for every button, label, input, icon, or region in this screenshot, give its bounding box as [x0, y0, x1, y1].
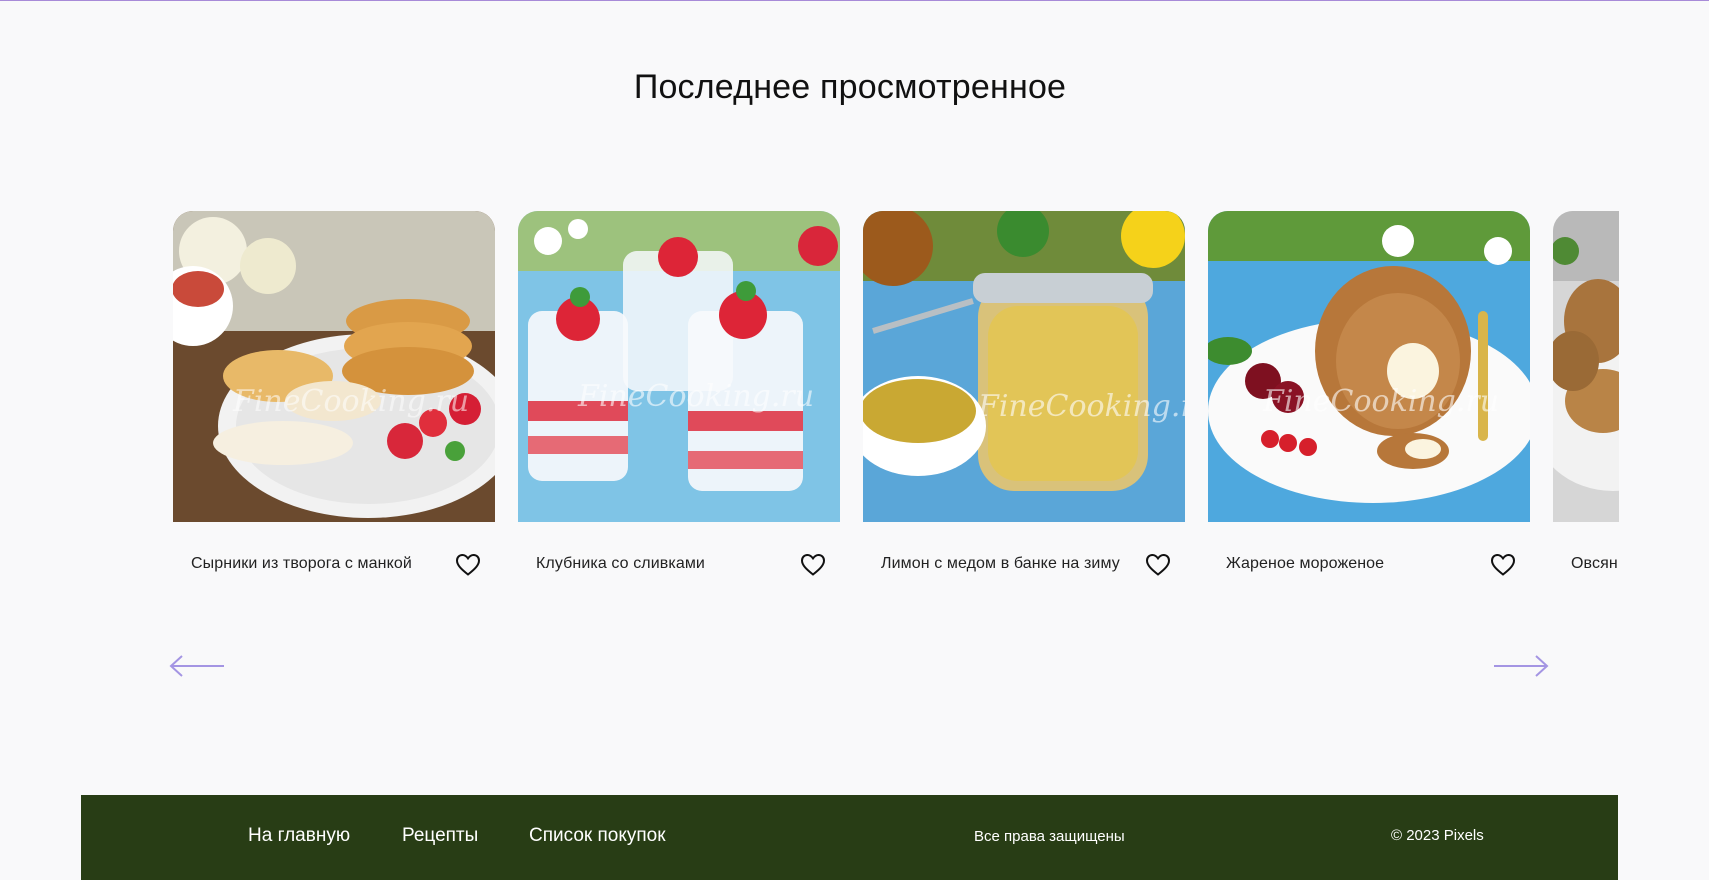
- footer-copyright: © 2023 Pixels: [1391, 827, 1484, 844]
- recipe-title[interactable]: Жареное мороженое: [1226, 555, 1384, 573]
- footer-rights: Все права защищены: [974, 828, 1125, 845]
- svg-text:FineCooking.ru: FineCooking.ru: [577, 379, 814, 414]
- footer: На главную Рецепты Список покупок Все пр…: [81, 795, 1618, 880]
- heart-icon[interactable]: [1145, 553, 1171, 577]
- recipe-title[interactable]: Овсян: [1571, 555, 1618, 573]
- oat-cutlets-photo[interactable]: [1553, 211, 1619, 522]
- svg-text:FineCooking.ru: FineCooking.ru: [1262, 384, 1499, 419]
- heart-icon[interactable]: [455, 553, 481, 577]
- arrow-right-icon[interactable]: [1492, 654, 1550, 678]
- strawberry-cream-photo[interactable]: FineCooking.ru: [518, 211, 840, 522]
- fried-ice-cream-photo[interactable]: FineCooking.ru: [1208, 211, 1530, 522]
- footer-link-recipes[interactable]: Рецепты: [402, 825, 478, 847]
- recipe-title[interactable]: Клубника со сливками: [536, 555, 705, 573]
- recipe-card[interactable]: FineCooking.ru Лимон с медом в банке на …: [863, 211, 1185, 601]
- recipe-card[interactable]: FineCooking.ru Сырники из творога с манк…: [173, 211, 495, 601]
- top-divider: [0, 0, 1709, 1]
- recipe-card[interactable]: Овсян: [1553, 211, 1619, 601]
- svg-text:FineCooking.ru: FineCooking.ru: [232, 384, 469, 419]
- arrow-left-icon[interactable]: [168, 654, 226, 678]
- footer-link-shopping-list[interactable]: Список покупок: [529, 825, 666, 847]
- recipe-title[interactable]: Сырники из творога с манкой: [191, 555, 412, 573]
- recipe-card[interactable]: FineCooking.ru Жареное мороженое: [1208, 211, 1530, 601]
- heart-icon[interactable]: [1490, 553, 1516, 577]
- recipe-card[interactable]: FineCooking.ru Клубника со сливками: [518, 211, 840, 601]
- recipe-title[interactable]: Лимон с медом в банке на зиму: [881, 555, 1120, 573]
- section-title: Последнее просмотренное: [633, 68, 1067, 106]
- recent-carousel: FineCooking.ru Сырники из творога с манк…: [173, 211, 1619, 601]
- lemon-honey-jar-photo[interactable]: FineCooking.ru: [863, 211, 1185, 522]
- footer-link-home[interactable]: На главную: [248, 825, 350, 847]
- syrniki-photo[interactable]: FineCooking.ru: [173, 211, 495, 522]
- heart-icon[interactable]: [800, 553, 826, 577]
- svg-text:FineCooking.ru: FineCooking.ru: [977, 389, 1185, 424]
